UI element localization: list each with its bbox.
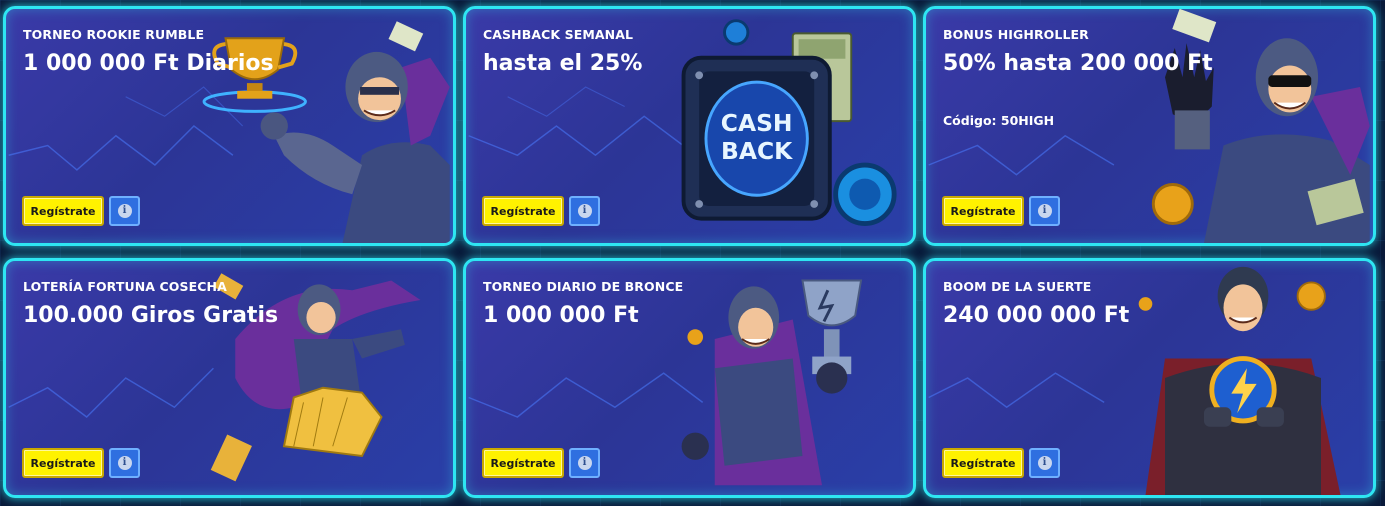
promo-eyebrow: CASHBACK SEMANAL — [483, 27, 634, 42]
hero-lightning-orb-art — [1138, 266, 1341, 495]
promo-eyebrow: TORNEO DIARIO DE BRONCE — [483, 279, 684, 294]
promo-card-rookie-rumble[interactable]: TORNEO ROOKIE RUMBLE 1 000 000 Ft Diario… — [3, 6, 456, 246]
register-button[interactable]: Regístrate — [22, 196, 104, 226]
promo-eyebrow: BONUS HIGHROLLER — [943, 27, 1089, 42]
promo-card-highroller[interactable]: BONUS HIGHROLLER 50% hasta 200 000 Ft Có… — [923, 6, 1376, 246]
info-icon: i — [117, 456, 132, 470]
promo-headline: 100.000 Giros Gratis — [23, 303, 279, 328]
info-button[interactable]: i — [1029, 196, 1060, 226]
register-button[interactable]: Regístrate — [22, 448, 104, 478]
register-button[interactable]: Regístrate — [482, 196, 564, 226]
back-text: BACK — [721, 137, 793, 165]
info-button[interactable]: i — [569, 448, 600, 478]
info-icon: i — [1037, 456, 1052, 470]
hero-trophy-art — [202, 21, 450, 243]
promo-eyebrow: TORNEO ROOKIE RUMBLE — [23, 27, 205, 42]
promo-headline: 240 000 000 Ft — [943, 303, 1130, 328]
promo-headline: 1 000 000 Ft Diarios — [23, 51, 274, 76]
info-button[interactable]: i — [109, 196, 140, 226]
info-icon: i — [1037, 204, 1052, 218]
flying-hero-tickets-art — [210, 273, 421, 482]
hero-highroller-art — [1151, 9, 1370, 243]
promo-card-diario-bronce[interactable]: TORNEO DIARIO DE BRONCE 1 000 000 Ft Reg… — [463, 258, 916, 498]
hero-silver-trophy-art — [681, 279, 863, 486]
info-icon: i — [577, 204, 592, 218]
promo-headline: hasta el 25% — [483, 51, 643, 76]
promo-card-boom-suerte[interactable]: BOOM DE LA SUERTE 240 000 000 Ft Regístr… — [923, 258, 1376, 498]
info-button[interactable]: i — [1029, 448, 1060, 478]
promo-code: Código: 50HIGH — [943, 113, 1055, 128]
info-icon: i — [577, 456, 592, 470]
promo-eyebrow: BOOM DE LA SUERTE — [943, 279, 1092, 294]
register-button[interactable]: Regístrate — [942, 448, 1024, 478]
promo-headline: 1 000 000 Ft — [483, 303, 639, 328]
promo-card-cashback[interactable]: CASH BACK CASHBACK SEMANAL hasta el 25% … — [463, 6, 916, 246]
register-button[interactable]: Regístrate — [482, 448, 564, 478]
promo-card-fortuna-cosecha[interactable]: LOTERÍA FORTUNA COSECHA 100.000 Giros Gr… — [3, 258, 456, 498]
info-button[interactable]: i — [569, 196, 600, 226]
register-button[interactable]: Regístrate — [942, 196, 1024, 226]
info-button[interactable]: i — [109, 448, 140, 478]
cashback-safe-art: CASH BACK — [681, 19, 897, 226]
promo-eyebrow: LOTERÍA FORTUNA COSECHA — [23, 279, 227, 294]
info-icon: i — [117, 204, 132, 218]
cash-text: CASH — [721, 109, 793, 137]
promo-headline: 50% hasta 200 000 Ft — [943, 51, 1213, 76]
promotions-grid: TORNEO ROOKIE RUMBLE 1 000 000 Ft Diario… — [0, 0, 1385, 506]
